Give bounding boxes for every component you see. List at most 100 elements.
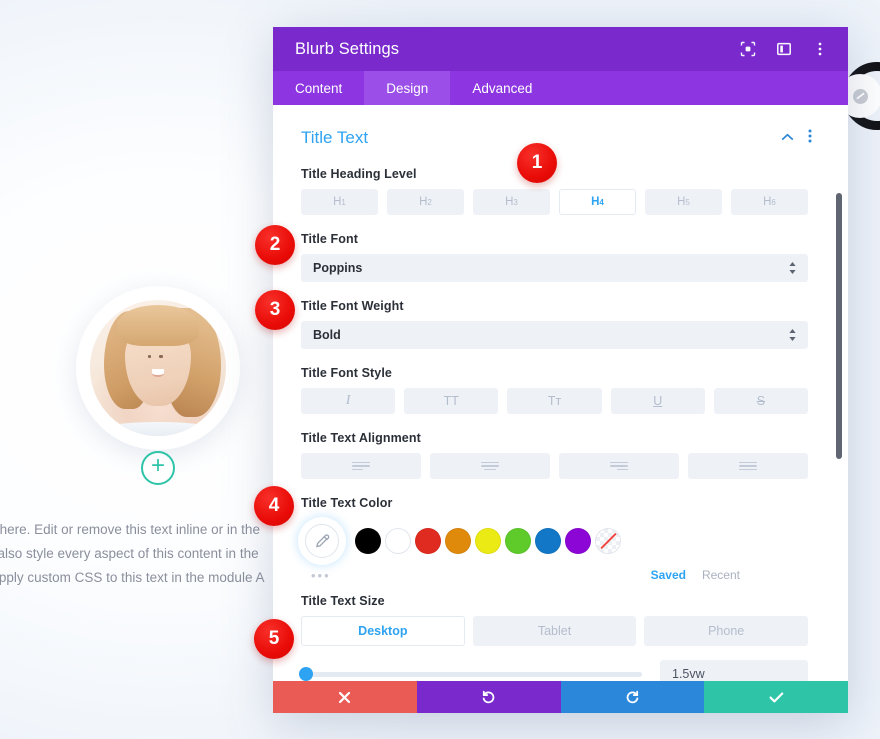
swatch-blue[interactable] <box>535 528 561 554</box>
swatch-red[interactable] <box>415 528 441 554</box>
h2-label: H <box>419 196 428 208</box>
plus-icon[interactable]: + <box>141 451 175 485</box>
swatch-yellow[interactable] <box>475 528 501 554</box>
h5-label: H <box>677 196 686 208</box>
recent-colors-tab[interactable]: Recent <box>702 568 740 582</box>
eyedropper-icon <box>305 524 339 558</box>
heading-level-h6[interactable]: H6 <box>731 189 808 215</box>
device-tab-phone[interactable]: Phone <box>644 616 809 646</box>
title-text-color-field: Title Text Color <box>273 496 836 562</box>
swatch-orange[interactable] <box>445 528 471 554</box>
device-tab-tablet[interactable]: Tablet <box>472 616 637 646</box>
align-center-icon[interactable] <box>430 453 550 479</box>
heading-level-h4[interactable]: H4 <box>559 189 636 215</box>
saved-recent-tabs: Saved Recent <box>651 568 808 582</box>
title-text-size-input[interactable]: 1.5vw <box>660 660 808 681</box>
module-body-text: ent goes here. Edit or remove this text … <box>0 518 312 590</box>
avatar-shoulder <box>103 422 213 436</box>
tab-content[interactable]: Content <box>273 71 364 105</box>
avatar <box>76 286 240 450</box>
h4-sub: 4 <box>599 197 604 207</box>
annotation-badge-3: 3 <box>255 290 295 330</box>
title-text-alignment-field: Title Text Alignment <box>273 431 836 479</box>
annotation-badge-4: 4 <box>254 486 294 526</box>
save-button[interactable] <box>704 681 848 713</box>
modal-tabs: Content Design Advanced <box>273 71 848 105</box>
eyedropper-button[interactable] <box>301 520 343 562</box>
title-font-label: Title Font <box>301 232 359 246</box>
annotation-badge-2: 2 <box>255 225 295 265</box>
slider-handle[interactable] <box>299 667 313 681</box>
modal-footer <box>273 681 848 713</box>
avatar-photo <box>90 300 226 436</box>
settings-scrollbar[interactable] <box>836 193 842 459</box>
align-left-icon[interactable] <box>301 453 421 479</box>
small-caps-icon[interactable]: Tᴛ <box>507 388 602 414</box>
align-justify-icon[interactable] <box>688 453 808 479</box>
body-text-line: nd even apply custom CSS to this text in… <box>0 570 265 585</box>
swatch-transparent[interactable] <box>595 528 621 554</box>
heading-level-options: H1 H2 H3 H4 H5 H6 <box>301 189 808 215</box>
settings-glyph-icon <box>852 88 868 104</box>
layout-panel-icon[interactable] <box>776 41 792 57</box>
align-right-icon[interactable] <box>559 453 679 479</box>
alignment-buttons <box>301 453 808 479</box>
tab-advanced[interactable]: Advanced <box>450 71 554 105</box>
italic-icon[interactable]: I <box>301 388 396 414</box>
tab-design[interactable]: Design <box>364 71 451 105</box>
title-text-size-field: Title Text Size Desktop Tablet Phone <box>273 594 836 646</box>
swatch-green[interactable] <box>505 528 531 554</box>
h5-sub: 5 <box>685 197 690 207</box>
h2-sub: 2 <box>427 197 432 207</box>
h3-label: H <box>505 196 514 208</box>
underline-icon[interactable]: U <box>610 388 705 414</box>
color-meta-row: ••• Saved Recent <box>273 566 836 584</box>
title-font-style-label: Title Font Style <box>301 366 392 380</box>
title-font-weight-value: Bold <box>313 328 341 342</box>
h6-sub: 6 <box>771 197 776 207</box>
uppercase-icon[interactable]: TT <box>404 388 499 414</box>
heading-level-h1[interactable]: H1 <box>301 189 378 215</box>
chevron-updown-icon <box>789 329 796 341</box>
strikethrough-icon[interactable]: S <box>713 388 809 414</box>
title-font-select[interactable]: Poppins <box>301 254 808 282</box>
device-tab-desktop[interactable]: Desktop <box>301 616 465 646</box>
title-text-color-label: Title Text Color <box>301 496 393 510</box>
title-text-section-header: Title Text <box>273 123 836 153</box>
heading-level-h2[interactable]: H2 <box>387 189 464 215</box>
heading-level-h5[interactable]: H5 <box>645 189 722 215</box>
device-tabs: Desktop Tablet Phone <box>301 616 809 646</box>
saved-colors-tab[interactable]: Saved <box>651 568 686 582</box>
title-text-size-slider-row: 1.5vw <box>273 660 836 681</box>
focus-target-icon[interactable] <box>740 41 756 57</box>
title-text-size-slider[interactable] <box>299 667 642 681</box>
swatch-white[interactable] <box>385 528 411 554</box>
title-font-weight-field: Title Font Weight Bold <box>273 299 836 349</box>
cancel-button[interactable] <box>273 681 417 713</box>
heading-level-h3[interactable]: H3 <box>473 189 550 215</box>
redo-button[interactable] <box>560 681 705 713</box>
font-style-buttons: I TT Tᴛ U S <box>301 388 809 414</box>
section-menu-vertical-dots-icon[interactable] <box>808 129 812 148</box>
title-font-field: Title Font Poppins <box>273 232 836 282</box>
section-title: Title Text <box>301 128 369 147</box>
more-dots-icon[interactable]: ••• <box>311 568 331 583</box>
title-font-weight-select[interactable]: Bold <box>301 321 808 349</box>
chevron-up-icon[interactable] <box>781 129 794 147</box>
h6-label: H <box>763 196 772 208</box>
page-title: Blurb Settings <box>295 39 400 58</box>
vertical-dots-icon[interactable] <box>812 41 828 57</box>
swatch-purple[interactable] <box>565 528 591 554</box>
h1-sub: 1 <box>341 197 346 207</box>
section-header-icons <box>781 129 812 148</box>
blurb-settings-modal: Blurb Settings Content Design Advanced T… <box>273 27 848 713</box>
undo-button[interactable] <box>416 681 561 713</box>
h3-sub: 3 <box>513 197 518 207</box>
title-text-alignment-label: Title Text Alignment <box>301 431 421 445</box>
annotation-badge-5: 5 <box>254 619 294 659</box>
chevron-updown-icon <box>789 262 796 274</box>
avatar-eye-left <box>148 355 152 358</box>
swatch-black[interactable] <box>355 528 381 554</box>
title-font-value: Poppins <box>313 261 363 275</box>
h4-label: H <box>591 196 600 208</box>
